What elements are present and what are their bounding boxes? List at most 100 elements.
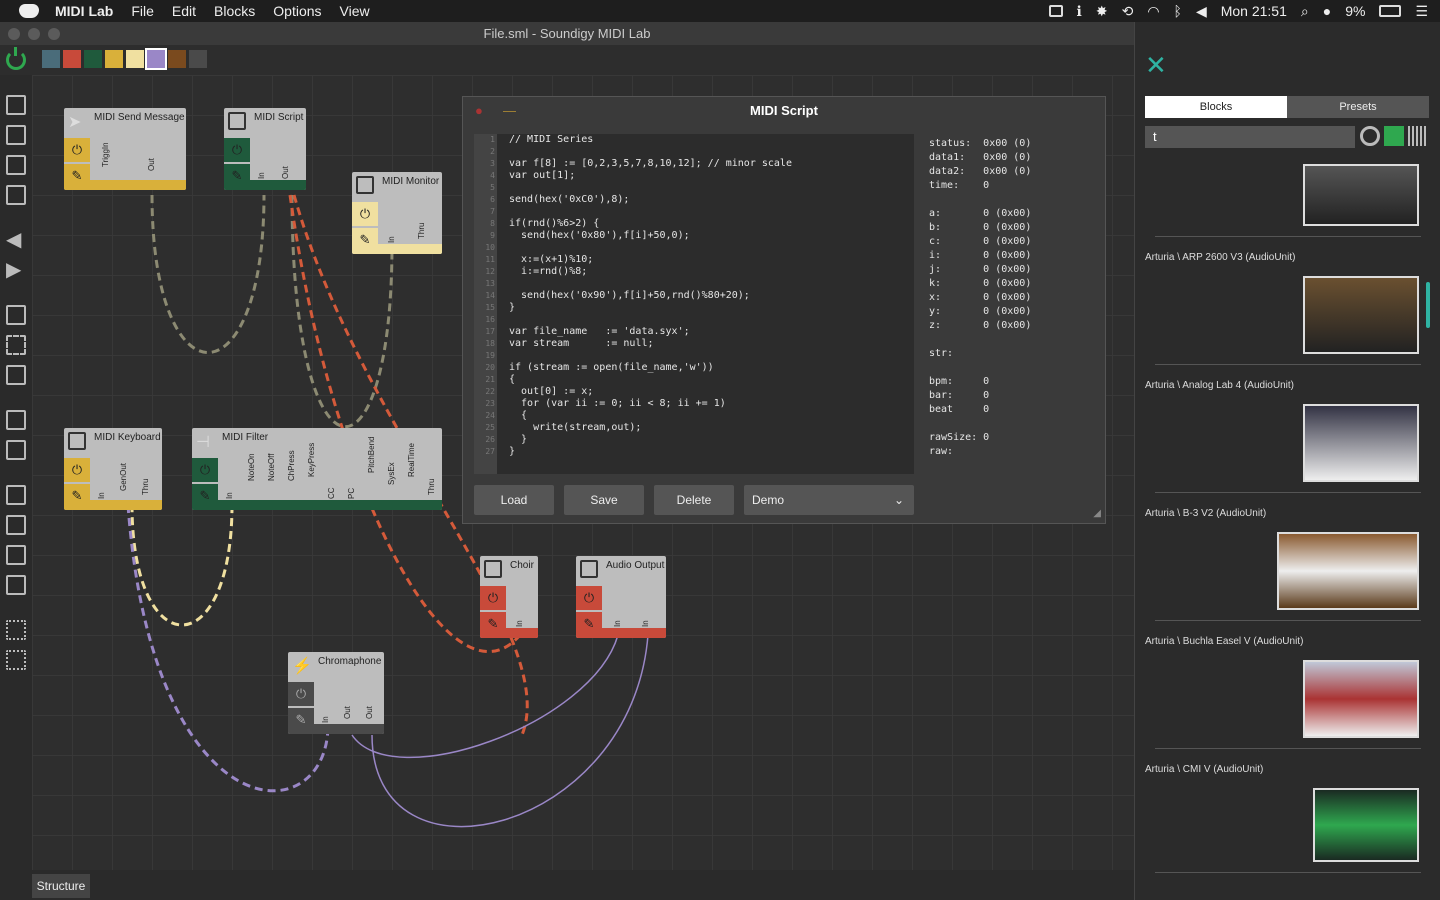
list-item[interactable]: Arturia \ CMI V (AudioUnit) (1145, 764, 1429, 873)
control-center-icon[interactable]: ☰ (1415, 3, 1428, 20)
apple-icon[interactable] (19, 4, 39, 18)
tab-presets[interactable]: Presets (1287, 96, 1429, 118)
power-toggle-button[interactable]: ⏻ (192, 458, 218, 482)
node-midi-send-message[interactable]: ➤ MIDI Send Message ⏻ ✎ TriggIn Out (64, 108, 186, 190)
color-swatch-selected[interactable] (145, 48, 167, 70)
expand-icon[interactable] (6, 650, 26, 670)
arrow-left-icon[interactable]: ◀ (6, 230, 26, 250)
line-number: 10 (485, 243, 495, 252)
node-midi-script[interactable]: MIDI Script ⏻ ✎ In Out (224, 108, 306, 190)
scrollbar[interactable] (1426, 282, 1430, 328)
color-swatch[interactable] (84, 50, 102, 68)
load-button[interactable]: Load (474, 485, 554, 515)
port-bar (288, 724, 384, 734)
menu-edit[interactable]: Edit (172, 3, 196, 19)
color-swatch[interactable] (105, 50, 123, 68)
tab-blocks[interactable]: Blocks (1145, 96, 1287, 118)
node-audio-output[interactable]: Audio Output ⏻ ✎ In In (576, 556, 666, 638)
target-icon[interactable] (1360, 126, 1380, 146)
menu-blocks[interactable]: Blocks (214, 3, 255, 19)
search-input[interactable]: t (1145, 126, 1355, 148)
midi-filter-icon[interactable] (1384, 126, 1404, 146)
info-icon[interactable]: ℹ (1077, 3, 1082, 20)
user-icon[interactable]: ● (1323, 3, 1331, 19)
delete-button[interactable]: Delete (654, 485, 734, 515)
node-midi-monitor[interactable]: MIDI Monitor ⏻ ✎ In Thru (352, 172, 442, 254)
close-dialog-icon[interactable]: ● (475, 97, 483, 125)
cable[interactable] (130, 504, 234, 627)
clock[interactable]: Mon 21:51 (1221, 3, 1287, 19)
layers-icon[interactable] (6, 95, 26, 115)
power-toggle-button[interactable]: ⏻ (480, 586, 506, 610)
list-item[interactable]: Arturia \ ARP 2600 V3 (AudioUnit) (1145, 252, 1429, 365)
list-item[interactable]: Arturia \ Analog Lab 4 (AudioUnit) (1145, 380, 1429, 493)
node-choir[interactable]: Choir ⏻ ✎ In (480, 556, 538, 638)
battery-icon[interactable] (1379, 5, 1402, 17)
close-panel-icon[interactable]: ✕ (1145, 52, 1167, 78)
power-toggle-button[interactable]: ⏻ (224, 138, 250, 162)
arrow-right-icon[interactable]: ▶ (6, 260, 26, 280)
select-icon[interactable] (6, 335, 26, 355)
zoom-window-button[interactable] (48, 28, 60, 40)
color-swatch[interactable] (42, 50, 60, 68)
time-machine-icon[interactable]: ⟲ (1122, 3, 1134, 20)
preset-select[interactable]: Demo ⌄ (744, 485, 914, 515)
save-file-icon[interactable] (6, 155, 26, 175)
add-block-icon[interactable] (6, 545, 26, 565)
tab-structure[interactable]: Structure (32, 874, 90, 898)
code-editor[interactable]: 1 2 3 4 5 6 7 8 9 10 11 12 13 14 15 16 17 18 19 20 21 22 23 24 2… (474, 134, 914, 474)
list-item[interactable]: Arturia \ B-3 V2 (AudioUnit) (1145, 508, 1429, 621)
duplicate-icon[interactable] (6, 365, 26, 385)
save-as-icon[interactable] (6, 185, 26, 205)
accessibility-icon[interactable] (1048, 5, 1063, 17)
wifi-icon[interactable]: ◠ (1147, 3, 1159, 20)
node-title: MIDI Keyboard (94, 432, 161, 443)
panel-icon[interactable] (6, 485, 26, 505)
divider (1155, 872, 1421, 873)
color-swatch[interactable] (126, 50, 144, 68)
spotlight-icon[interactable]: ⌕ (1301, 3, 1309, 20)
node-chromaphone[interactable]: ⚡ Chromaphone ⏻ ✎ In Out Out (288, 652, 384, 734)
layout-icon[interactable] (6, 515, 26, 535)
color-swatch[interactable] (63, 50, 81, 68)
send-icon: ➤ (68, 114, 82, 131)
cable[interactable] (351, 634, 619, 759)
power-toggle-button[interactable]: ⏻ (576, 586, 602, 610)
copy-icon[interactable] (6, 305, 26, 325)
export-icon[interactable] (6, 125, 26, 145)
cable[interactable] (371, 634, 649, 828)
power-icon[interactable] (6, 47, 26, 70)
cable[interactable] (150, 194, 266, 354)
color-swatch[interactable] (168, 50, 186, 68)
align-icon[interactable] (6, 410, 26, 430)
power-toggle-button[interactable]: ⏻ (288, 682, 314, 706)
minimize-window-button[interactable] (28, 28, 40, 40)
list-item[interactable]: Arturia \ Buchla Easel V (AudioUnit) (1145, 636, 1429, 749)
ladybug-icon[interactable]: ✸ (1096, 3, 1108, 20)
line-number: 2 (490, 147, 495, 156)
menu-view[interactable]: View (340, 3, 370, 19)
node-midi-keyboard[interactable]: MIDI Keyboard ⏻ ✎ In GenOut Thru (64, 428, 162, 510)
resize-handle-icon[interactable]: ◢ (1093, 508, 1101, 519)
power-toggle-button[interactable]: ⏻ (64, 138, 90, 162)
save-button[interactable]: Save (564, 485, 644, 515)
close-window-button[interactable] (8, 28, 20, 40)
trash-icon[interactable] (6, 440, 26, 460)
power-toggle-button[interactable]: ⏻ (352, 202, 378, 226)
line-number: 3 (490, 159, 495, 168)
menu-options[interactable]: Options (273, 3, 321, 19)
port-label: In (387, 236, 396, 243)
remove-block-icon[interactable] (6, 575, 26, 595)
menu-file[interactable]: File (131, 3, 154, 19)
power-toggle-button[interactable]: ⏻ (64, 458, 90, 482)
line-number: 14 (485, 291, 495, 300)
minimize-dialog-icon[interactable]: — (503, 97, 516, 125)
color-swatch[interactable] (189, 50, 207, 68)
collapse-icon[interactable] (6, 620, 26, 640)
volume-icon[interactable]: ◀ (1196, 3, 1207, 20)
audio-filter-icon[interactable] (1408, 126, 1428, 146)
bluetooth-icon[interactable]: ᛒ (1174, 3, 1182, 19)
menu-app-name[interactable]: MIDI Lab (55, 3, 113, 19)
node-midi-filter[interactable]: ⊣ MIDI Filter ⏻ ✎ In NoteOn NoteOff ChPr… (192, 428, 442, 510)
